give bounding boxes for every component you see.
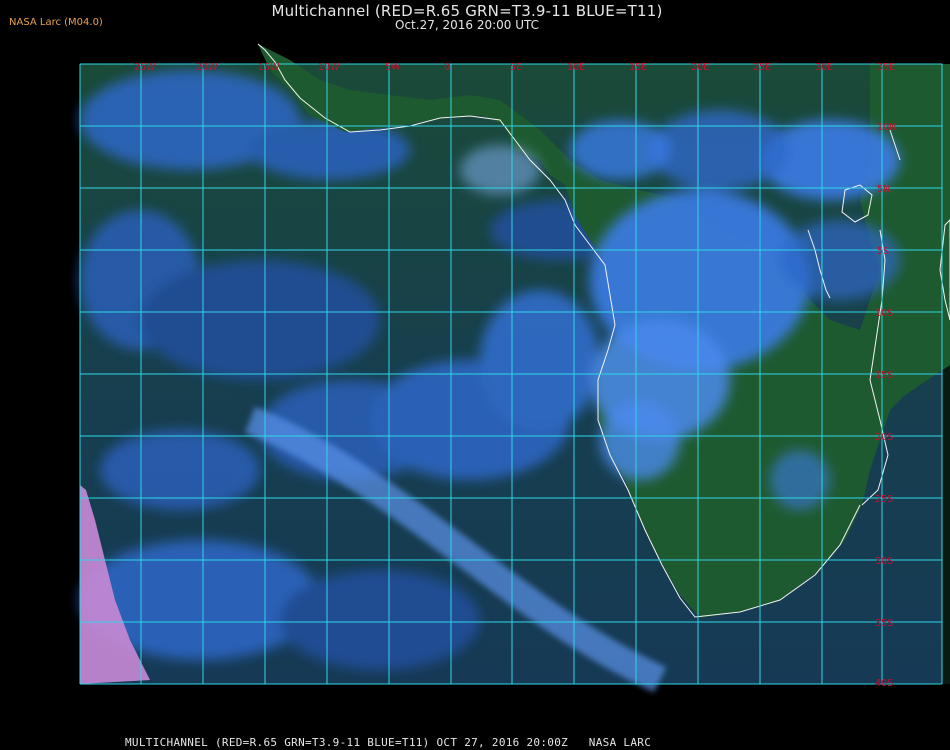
lat-label: 5S [877, 246, 889, 257]
lon-label: 5W [385, 62, 401, 73]
lon-label: 10W [318, 62, 340, 73]
lon-label: 35E [877, 62, 895, 73]
lon-label: 25E [753, 62, 771, 73]
lon-label: 15W [258, 62, 280, 73]
lat-label: 10S [875, 308, 893, 319]
lat-label: 10N [877, 122, 896, 133]
footer-caption: MULTICHANNEL (RED=R.65 GRN=T3.9-11 BLUE=… [125, 736, 652, 749]
lon-label: 5E [510, 62, 522, 73]
lon-label: 20W [196, 62, 218, 73]
lat-label: 20S [875, 432, 893, 443]
lat-label: 15S [875, 370, 893, 381]
lat-label: 40S [875, 678, 893, 689]
lat-label: 30S [875, 556, 893, 567]
lon-label: 0 [444, 62, 450, 73]
lon-label: 10E [567, 62, 585, 73]
lon-label: 25W [134, 62, 156, 73]
satellite-image: 25W 20W 15W 10W 5W 0 5E 10E 15E 20E 25E … [79, 43, 950, 726]
bottom-black-band [80, 684, 950, 726]
lat-label: 35S [875, 618, 893, 629]
lon-label: 15E [629, 62, 647, 73]
lon-label: 20E [691, 62, 709, 73]
lat-label: 25S [875, 494, 893, 505]
lon-label: 30E [815, 62, 833, 73]
